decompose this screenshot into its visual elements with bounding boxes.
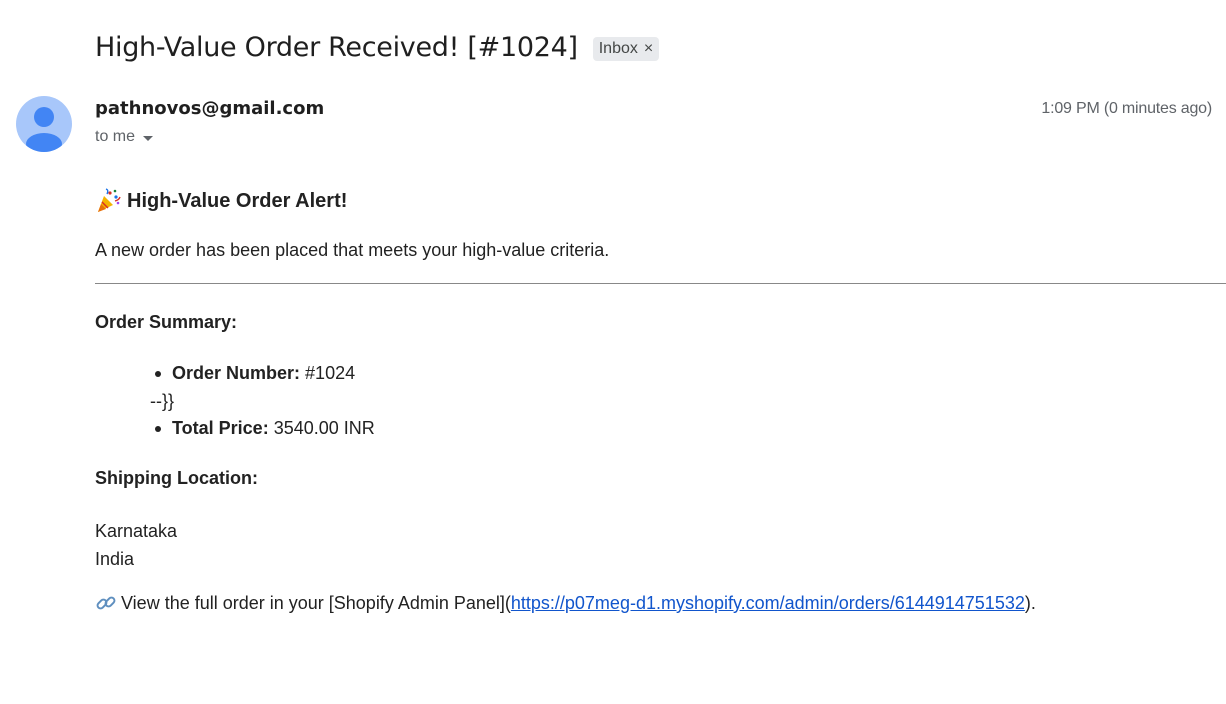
total-price-value: 3540.00 INR xyxy=(273,418,375,438)
recipient-line: to me xyxy=(95,128,154,146)
person-icon xyxy=(26,107,62,152)
inbox-label-text: Inbox xyxy=(598,39,638,57)
order-summary-list: Order Number: #1024 --}} Total Price: 35… xyxy=(95,360,1226,442)
divider xyxy=(95,283,1226,284)
order-number-value: #1024 xyxy=(305,363,356,383)
inbox-label-chip[interactable]: Inbox × xyxy=(592,37,660,61)
stray-template-text: --}} xyxy=(150,391,175,411)
message-body: High-Value Order Alert! A new order has … xyxy=(95,184,1226,615)
order-summary-title: Order Summary: xyxy=(95,312,238,332)
recipient-label: to me xyxy=(95,128,136,145)
chevron-down-icon[interactable] xyxy=(143,135,154,141)
subject-row: High-Value Order Received! [#1024] Inbox… xyxy=(95,28,660,68)
alert-heading: High-Value Order Alert! xyxy=(95,184,1226,218)
shipping-state: Karnataka xyxy=(95,521,178,541)
shipping-location-title: Shipping Location: xyxy=(95,468,258,488)
party-popper-icon xyxy=(98,188,121,212)
shipping-address: Karnataka India xyxy=(95,517,1226,573)
email-timestamp: 1:09 PM (0 minutes ago) xyxy=(1041,100,1212,117)
avatar[interactable] xyxy=(16,96,72,152)
total-price-label: Total Price: xyxy=(172,418,269,438)
view-order-line: View the full order in your [Shopify Adm… xyxy=(95,591,1226,615)
view-order-suffix: ). xyxy=(1024,593,1036,613)
view-order-prefix: View the full order in your [Shopify Adm… xyxy=(121,593,511,613)
order-number-label: Order Number: xyxy=(172,363,301,383)
intro-text: A new order has been placed that meets y… xyxy=(95,240,610,260)
bullet-icon xyxy=(155,426,161,432)
email-subject: High-Value Order Received! [#1024] xyxy=(95,32,578,63)
alert-heading-text: High-Value Order Alert! xyxy=(127,189,348,212)
list-item: Total Price: 3540.00 INR xyxy=(95,415,1226,442)
shipping-country: India xyxy=(95,549,135,569)
bullet-icon xyxy=(155,371,161,377)
link-icon xyxy=(96,596,116,610)
sender-email[interactable]: pathnovos@gmail.com xyxy=(95,98,324,119)
list-item: Order Number: #1024 xyxy=(95,360,1226,387)
remove-label-button[interactable]: × xyxy=(644,40,653,58)
shopify-order-link[interactable]: https://p07meg-d1.myshopify.com/admin/or… xyxy=(511,591,1025,615)
